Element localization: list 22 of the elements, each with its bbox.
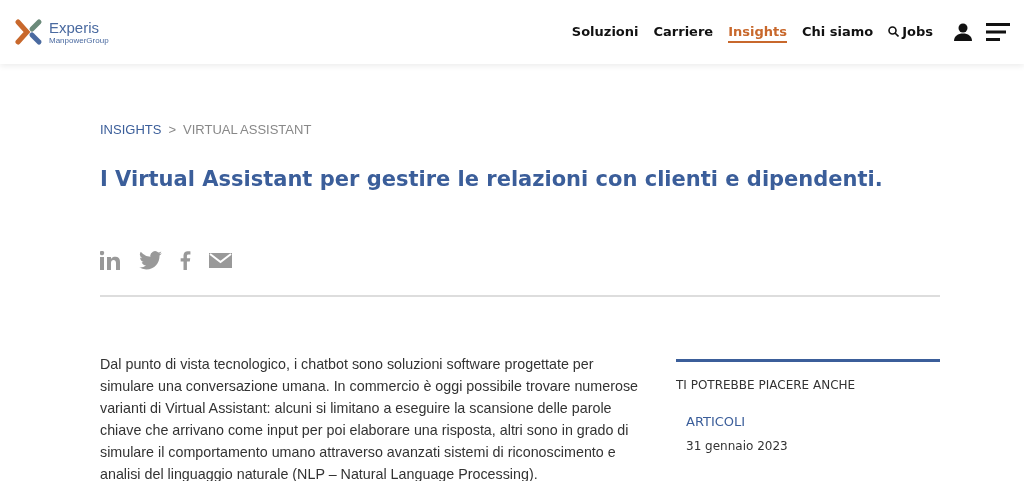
nav-link[interactable]: Jobs [888, 21, 933, 43]
article-title: I Virtual Assistant per gestire le relazioni con clienti e dipendenti. [100, 167, 884, 191]
mail-icon[interactable] [209, 253, 232, 268]
menu-icon[interactable] [986, 23, 1010, 41]
nav-link[interactable]: Carriere [653, 21, 714, 43]
breadcrumb-link[interactable]: INSIGHTS [100, 122, 162, 137]
bird-icon[interactable] [139, 251, 162, 270]
logo-subtitle: ManpowerGroup [49, 35, 109, 45]
breadcrumb-current: VIRTUAL ASSISTANT [183, 122, 312, 137]
logo-icon[interactable] [15, 18, 43, 46]
nav-link[interactable]: Chi siamo [801, 21, 874, 43]
search-icon [888, 25, 900, 37]
nav-link[interactable]: Soluzioni [571, 21, 639, 43]
facebook-icon[interactable] [180, 251, 191, 270]
sidebar-heading: TI POTREBBE PIACERE ANCHE [676, 378, 857, 392]
linkedin-icon[interactable] [100, 251, 121, 270]
article-date: 31 gennaio 2023 [686, 439, 789, 453]
user-icon[interactable] [954, 23, 972, 41]
breadcrumb-separator: > [168, 122, 176, 137]
logo-name[interactable]: Experis [49, 19, 109, 36]
category-link[interactable]: ARTICOLI [686, 414, 940, 429]
nav-link[interactable]: Insights [728, 21, 787, 43]
